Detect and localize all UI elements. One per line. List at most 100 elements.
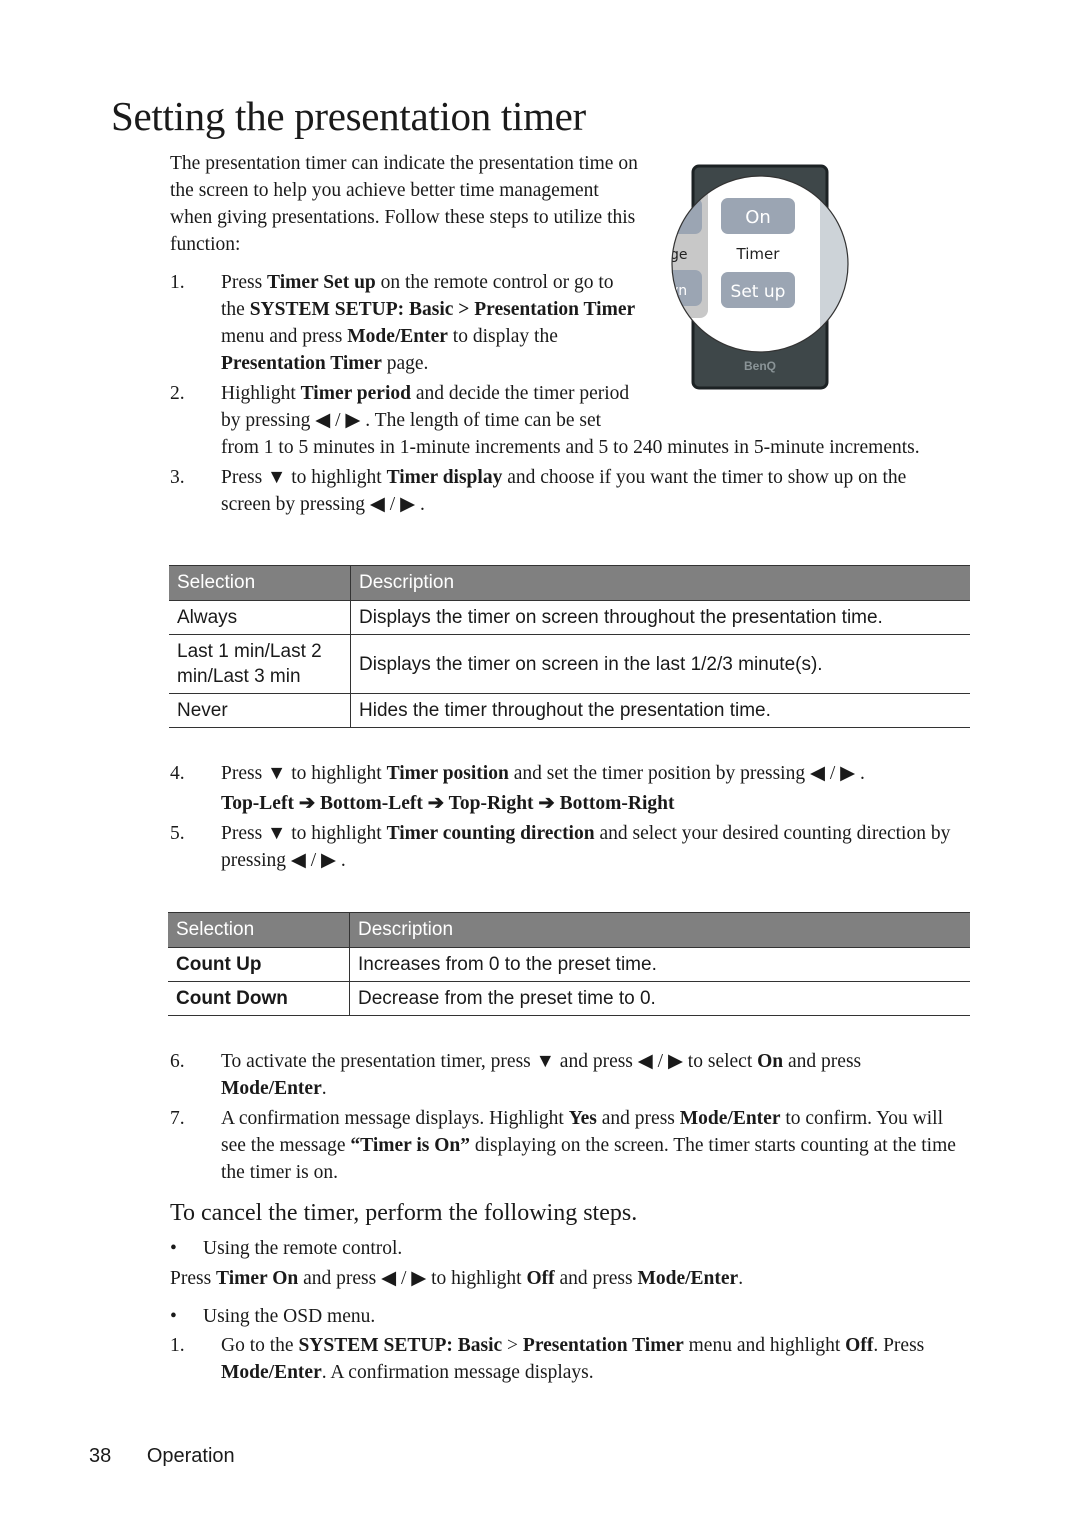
list-item: 5. Press ▼ to highlight Timer counting di… xyxy=(170,820,960,874)
bold-term: Timer counting direction xyxy=(386,823,595,844)
bullet-text: Using the OSD menu. xyxy=(203,1306,376,1327)
column-header: Description xyxy=(350,565,970,601)
bullet-text: Using the remote control. xyxy=(203,1238,403,1259)
text-run: . xyxy=(321,1078,327,1099)
text-run: Go to the xyxy=(221,1335,299,1356)
text-run: . xyxy=(738,1268,744,1289)
table-row: Last 1 min/Last 2 min/Last 3 min Displays… xyxy=(169,634,970,694)
bold-term: Mode/Enter xyxy=(637,1268,739,1289)
step-number: 1. xyxy=(170,1335,185,1356)
bold-term: Presentation Timer xyxy=(522,1335,684,1356)
step-number: 1. xyxy=(170,272,185,293)
list-item: 3. Press ▼ to highlight Timer display and… xyxy=(170,464,960,518)
list-item: Top-Left ➔ Bottom-Left ➔ Top-Right ➔ Bot… xyxy=(170,790,960,817)
text-run: menu and highlight xyxy=(683,1335,846,1356)
bold-term: Off xyxy=(845,1335,874,1356)
bullet-item: • Using the OSD menu. xyxy=(170,1303,970,1330)
intro-paragraph: The presentation timer can indicate the … xyxy=(170,150,640,258)
bold-term: “Timer is On” xyxy=(350,1135,470,1156)
bold-term: Mode/Enter xyxy=(679,1108,781,1129)
step-number: 4. xyxy=(170,763,185,784)
text-run: Press xyxy=(170,1268,217,1289)
description-cell: Increases from 0 to the preset time. xyxy=(349,947,970,982)
bold-term: Timer On xyxy=(216,1268,299,1289)
timer-label: Timer xyxy=(736,245,781,263)
bold-term: Top-Left ➔ Bottom-Left ➔ Top-Right ➔ Bot… xyxy=(221,793,675,814)
text-run: and press xyxy=(596,1108,680,1129)
bold-term: SYSTEM SETUP: Basic xyxy=(298,1335,503,1356)
page-title: Setting the presentation timer xyxy=(111,93,586,139)
text-run: and press xyxy=(554,1268,638,1289)
bold-term: Timer Set up xyxy=(267,272,376,293)
text-run: Highlight xyxy=(221,383,301,404)
text-run: menu and press xyxy=(221,326,348,347)
steps-list-a: 1. Press Timer Set up on the remote contr… xyxy=(170,269,960,518)
text-run: Press ▼ to highlight xyxy=(221,823,387,844)
bold-term: Mode/Enter xyxy=(347,326,448,347)
column-header: Description xyxy=(349,912,970,948)
bullet: • xyxy=(170,1238,177,1259)
bold-term: Off xyxy=(526,1268,555,1289)
selection-cell: Count Up xyxy=(168,947,350,982)
intro-section: BenQ ge vn On Timer Set up The presentat… xyxy=(170,150,960,521)
description-cell: Displays the timer on screen in the last… xyxy=(350,634,970,694)
table-row: Count Up Increases from 0 to the preset t… xyxy=(168,947,970,982)
text-run: The presentation timer can indicate the … xyxy=(170,153,638,255)
text-run: Press xyxy=(221,272,268,293)
text-run: Press ▼ to highlight xyxy=(221,467,387,488)
section-name: Operation xyxy=(146,1445,235,1467)
text-run: . Press xyxy=(873,1335,925,1356)
bold-term: Presentation Timer xyxy=(221,353,382,374)
text-run: Press ▼ to highlight xyxy=(221,763,387,784)
list-item: 1. Press Timer Set up on the remote contr… xyxy=(170,269,960,377)
text-run: and set the timer position by pressing ◀… xyxy=(508,763,865,784)
steps-list-c: 6. To activate the presentation timer, pr… xyxy=(170,1048,970,1189)
bold-term: SYSTEM SETUP: Basic > Presentation Timer xyxy=(249,299,636,320)
text-run: page. xyxy=(381,353,429,374)
table-row: Count Down Decrease from the preset time … xyxy=(168,981,970,1016)
text-run: A confirmation message displays. Highlig… xyxy=(221,1108,569,1129)
step-text: Go to the SYSTEM SETUP: Basic > Presenta… xyxy=(221,1335,924,1383)
text-run: > xyxy=(502,1335,523,1356)
bold-term: On xyxy=(757,1051,784,1072)
timer-display-table: Selection Description Always Displays the … xyxy=(169,565,970,728)
bold-term: Timer display xyxy=(386,467,503,488)
text-run: and press xyxy=(783,1051,862,1072)
bold-term: Timer position xyxy=(386,763,509,784)
bullet-item: • Using the remote control. xyxy=(170,1235,970,1262)
page-number: 38 xyxy=(89,1445,112,1467)
on-label: On xyxy=(745,207,771,228)
bold-term: Timer period xyxy=(300,383,411,404)
description-cell: Displays the timer on screen throughout … xyxy=(350,600,970,635)
bold-term: Yes xyxy=(568,1108,597,1129)
counting-direction-table: Selection Description Count Up Increases f… xyxy=(168,912,970,1016)
bullet: • xyxy=(170,1306,177,1327)
step-number: 6. xyxy=(170,1051,185,1072)
step-number: 7. xyxy=(170,1108,185,1129)
list-item: 2. Highlight Timer period and decide the … xyxy=(170,380,960,461)
table-row: Never Hides the timer throughout the pres… xyxy=(169,693,970,728)
step-number: 2. xyxy=(170,383,185,404)
page-footer: 38 Operation xyxy=(89,1445,235,1468)
description-cell: Hides the timer throughout the presentat… xyxy=(350,693,970,728)
text-run: To activate the presentation timer, pres… xyxy=(221,1051,758,1072)
text-run: and press ◀ / ▶ to highlight xyxy=(298,1268,527,1289)
column-header: Selection xyxy=(169,565,351,601)
remote-instruction: Press Timer On and press ◀ / ▶ to highli… xyxy=(170,1265,970,1292)
bold-term: Mode/Enter xyxy=(221,1078,322,1099)
list-item: 1. Go to the SYSTEM SETUP: Basic > Presen… xyxy=(170,1332,970,1386)
selection-cell: Never xyxy=(169,693,351,728)
step-number: 3. xyxy=(170,467,185,488)
description-cell: Decrease from the preset time to 0. xyxy=(349,981,970,1016)
list-item: 7. A confirmation message displays. Highl… xyxy=(170,1105,970,1186)
column-header: Selection xyxy=(168,912,350,948)
selection-cell: Last 1 min/Last 2 min/Last 3 min xyxy=(169,634,351,694)
cancel-section: • Using the remote control. Press Timer O… xyxy=(170,1235,970,1386)
steps-list-b: 4. Press ▼ to highlight Timer position an… xyxy=(170,760,960,877)
bold-term: Mode/Enter xyxy=(221,1362,322,1383)
list-item: 4. Press ▼ to highlight Timer position an… xyxy=(170,760,960,787)
step-number: 5. xyxy=(170,823,185,844)
text-run: to display the xyxy=(447,326,558,347)
table-row: Always Displays the timer on screen throu… xyxy=(169,600,970,635)
selection-cell: Always xyxy=(169,600,351,635)
